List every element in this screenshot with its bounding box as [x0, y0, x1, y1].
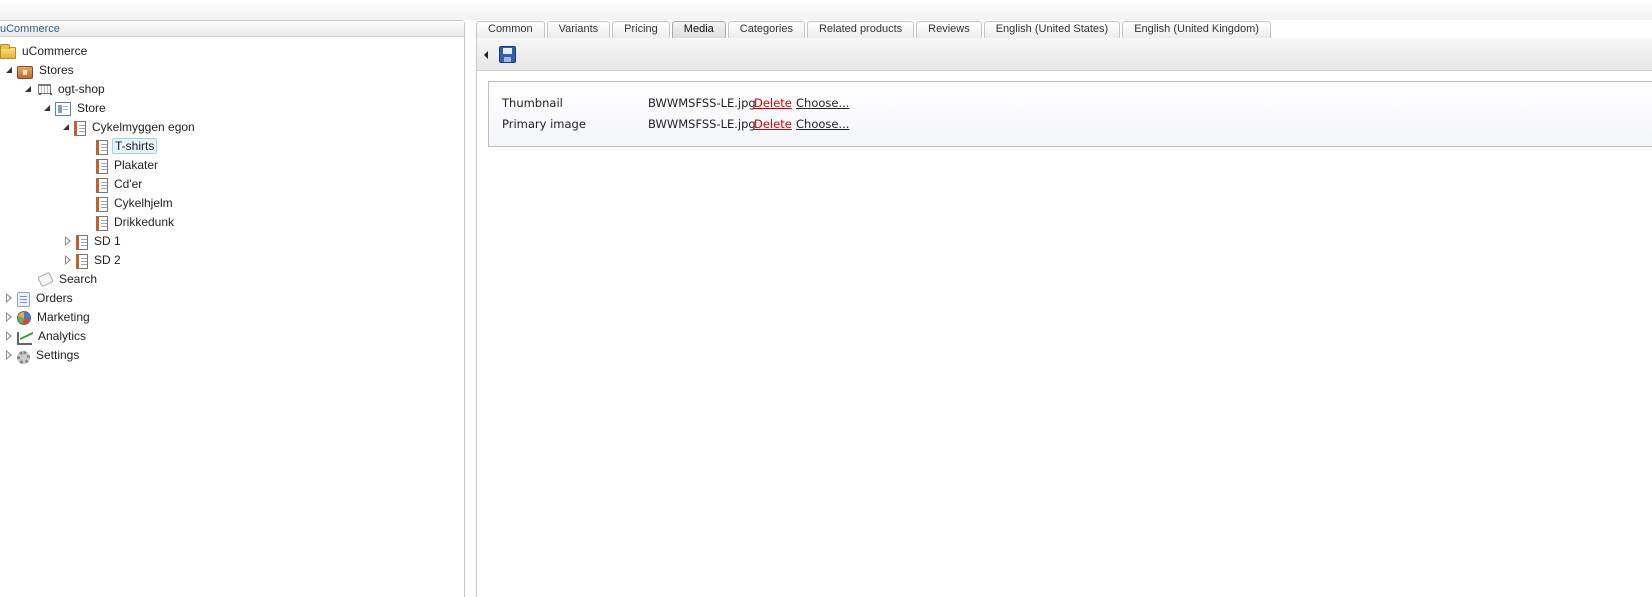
tree-node-sd-1[interactable]: SD 1: [63, 232, 123, 250]
catalog-icon: [76, 234, 88, 250]
settings-icon: [17, 350, 30, 364]
folder-icon: [0, 44, 16, 59]
tree-node-label: Stores: [39, 63, 74, 77]
delete-link[interactable]: Delete: [754, 115, 792, 133]
media-filename: BWWMSFSS-LE.jpg: [648, 117, 756, 131]
tree-node-label: ogt-shop: [58, 82, 105, 96]
top-bar: [0, 0, 1652, 20]
tree-node-label: Marketing: [37, 310, 90, 324]
tab-media[interactable]: Media: [671, 21, 726, 38]
tree-panel: uCommerce uCommerce Stores ogt-shop Stor…: [0, 20, 465, 597]
tab-strip: Common Variants Pricing Media Categories…: [476, 21, 1273, 38]
expand-icon[interactable]: [63, 251, 73, 269]
catalog-icon: [74, 120, 86, 136]
tree-node-plakater[interactable]: Plakater: [96, 156, 160, 174]
delete-link[interactable]: Delete: [754, 94, 792, 112]
media-row-thumbnail: Thumbnail BWWMSFSS-LE.jpg Delete Choose.…: [489, 94, 1652, 112]
tree-node-ucommerce[interactable]: uCommerce: [0, 42, 89, 60]
expand-icon[interactable]: [4, 308, 14, 326]
tab-english-us[interactable]: English (United States): [983, 21, 1121, 38]
cart-icon: [36, 81, 52, 97]
tree-node-settings[interactable]: Settings: [4, 346, 81, 364]
tree-node-cykelhjelm[interactable]: Cykelhjelm: [96, 194, 175, 212]
catalog-icon: [96, 158, 108, 174]
content-frame: Thumbnail BWWMSFSS-LE.jpg Delete Choose.…: [476, 38, 1652, 597]
tab-common[interactable]: Common: [476, 21, 545, 38]
collapse-icon[interactable]: [4, 61, 14, 79]
store-icon: [17, 65, 33, 79]
expand-icon[interactable]: [4, 327, 14, 345]
tree-node-label: SD 1: [94, 234, 121, 248]
marketing-icon: [17, 311, 31, 325]
media-row-primary-image: Primary image BWWMSFSS-LE.jpg Delete Cho…: [489, 115, 1652, 133]
tab-related-products[interactable]: Related products: [806, 21, 915, 38]
search-icon: [37, 271, 53, 287]
tree-node-label: SD 2: [94, 253, 121, 267]
page-icon: [55, 102, 71, 116]
expand-icon[interactable]: [4, 346, 14, 364]
choose-link[interactable]: Choose...: [796, 94, 849, 112]
tree-node-search[interactable]: Search: [37, 270, 99, 288]
tree-node-label: Cd'er: [114, 177, 143, 191]
tree-node-stores[interactable]: Stores: [4, 61, 76, 79]
choose-link[interactable]: Choose...: [796, 115, 849, 133]
catalog-icon: [96, 139, 108, 155]
catalog-icon: [96, 177, 108, 193]
tree-node-drikkedunk[interactable]: Drikkedunk: [96, 213, 176, 231]
analytics-icon: [17, 331, 32, 345]
tree-node-label: Store: [77, 101, 106, 115]
collapse-icon[interactable]: [42, 99, 52, 117]
media-panel: Thumbnail BWWMSFSS-LE.jpg Delete Choose.…: [488, 81, 1652, 147]
toolbar: [477, 38, 1652, 71]
panel-title: uCommerce: [0, 21, 464, 37]
tree-node-t-shirts[interactable]: T-shirts: [96, 137, 158, 155]
tree-node-label: Cykelmyggen egon: [92, 120, 195, 134]
collapse-arrow-icon[interactable]: [484, 51, 488, 59]
tree-node-label: Drikkedunk: [114, 215, 175, 229]
tree-node-label: Search: [59, 272, 98, 286]
tree-node-label-selected: T-shirts: [112, 138, 158, 154]
tree-node-label: Cykelhjelm: [114, 196, 173, 210]
tree-node-orders[interactable]: Orders: [4, 289, 75, 307]
save-icon[interactable]: [499, 46, 516, 63]
tree-node-ogt-shop[interactable]: ogt-shop: [23, 80, 107, 98]
tree-node-label: Analytics: [38, 329, 87, 343]
collapse-icon[interactable]: [23, 80, 33, 98]
catalog-icon: [96, 196, 108, 212]
tree-node-label: uCommerce: [22, 44, 88, 58]
tab-variants[interactable]: Variants: [546, 21, 611, 38]
tree-node-label: Settings: [36, 348, 80, 362]
tree-node-cder[interactable]: Cd'er: [96, 175, 144, 193]
tab-categories[interactable]: Categories: [727, 21, 805, 38]
catalog-icon: [96, 215, 108, 231]
tab-reviews[interactable]: Reviews: [916, 21, 982, 38]
catalog-icon: [76, 253, 88, 269]
tree-node-marketing[interactable]: Marketing: [4, 308, 92, 326]
expand-icon[interactable]: [63, 232, 73, 250]
media-filename: BWWMSFSS-LE.jpg: [648, 96, 756, 110]
tree-node-cykelmyggen-egon[interactable]: Cykelmyggen egon: [61, 118, 197, 136]
tree-node-label: Plakater: [114, 158, 159, 172]
tree-node-store[interactable]: Store: [42, 99, 108, 117]
media-label: Primary image: [502, 117, 586, 131]
tree-node-analytics[interactable]: Analytics: [4, 327, 88, 345]
media-label: Thumbnail: [502, 96, 563, 110]
tree-node-sd-2[interactable]: SD 2: [63, 251, 123, 269]
tab-pricing[interactable]: Pricing: [612, 21, 670, 38]
tree-node-label: Orders: [36, 291, 73, 305]
orders-icon: [17, 291, 30, 307]
collapse-icon[interactable]: [61, 118, 71, 136]
tab-english-uk[interactable]: English (United Kingdom): [1122, 21, 1271, 38]
expand-icon[interactable]: [4, 289, 14, 307]
